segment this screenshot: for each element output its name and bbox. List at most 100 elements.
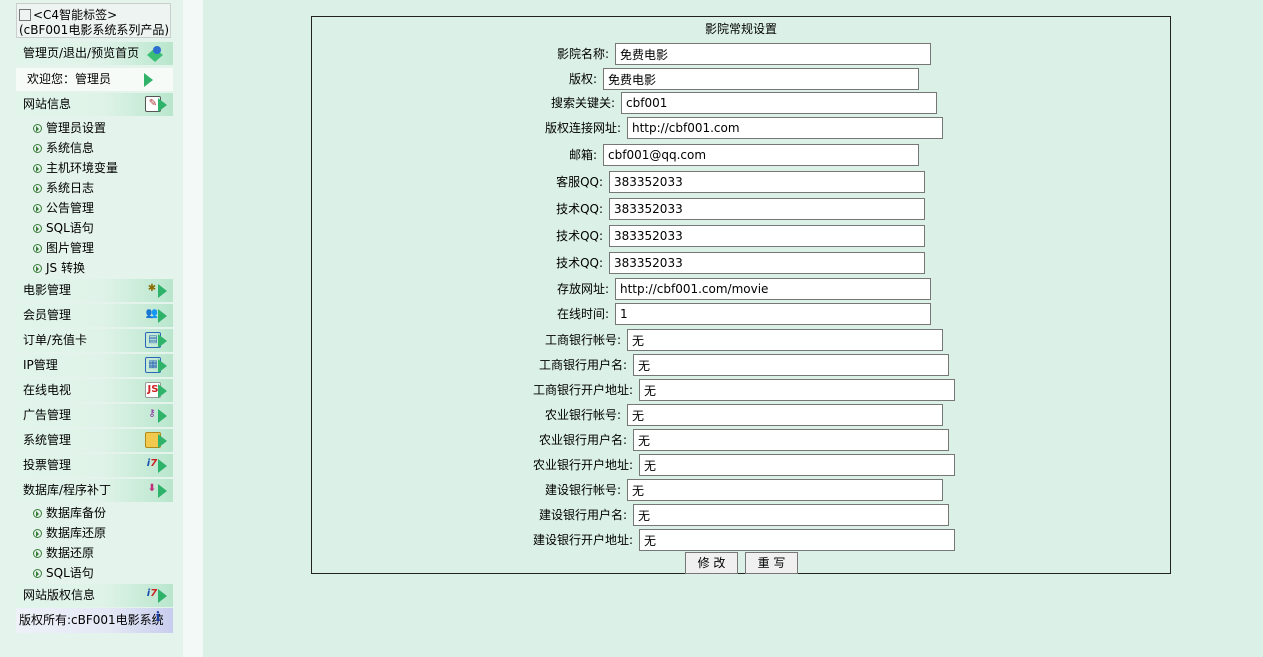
sidebar-group-orders[interactable]: 订单/充值卡 ▤: [16, 329, 173, 352]
sidebar-group-label[interactable]: 数据库/程序补丁: [23, 483, 111, 497]
sidebar-group-label[interactable]: 投票管理: [23, 458, 71, 472]
sidebar-group-ip[interactable]: IP管理 ▦: [16, 354, 173, 377]
tech-qq-input[interactable]: [609, 198, 925, 220]
field-label: 搜索关键关:: [550, 96, 615, 110]
logo-alt-text: <C4智能标签>: [33, 8, 118, 22]
sidebar-group-label[interactable]: 网站信息: [23, 97, 71, 111]
sidebar-item-label[interactable]: 图片管理: [46, 241, 94, 255]
icbc-username-input[interactable]: [633, 354, 949, 376]
keywords-input[interactable]: [621, 92, 937, 114]
sidebar-item[interactable]: SQL语句: [33, 218, 94, 238]
sidebar-item[interactable]: 系统信息: [33, 138, 94, 158]
reset-button[interactable]: 重 写: [745, 552, 798, 574]
ccb-username-input[interactable]: [633, 504, 949, 526]
field-label: 版权:: [568, 72, 597, 86]
sidebar-group-copyright-info[interactable]: 网站版权信息 i7: [16, 584, 173, 607]
sidebar-group-members[interactable]: 会员管理 👥: [16, 304, 173, 327]
sidebar-group-label[interactable]: 会员管理: [23, 308, 71, 322]
bullet-icon: [33, 144, 42, 153]
bullet-icon: [33, 124, 42, 133]
field-label: 工商银行帐号:: [544, 333, 621, 347]
sidebar: <C4智能标签> (cBF001电影系统系列产品) 管理页/退出/预览首页 欢迎…: [0, 0, 183, 657]
sidebar-item-label[interactable]: 主机环境变量: [46, 161, 118, 175]
abc-address-input[interactable]: [639, 454, 955, 476]
field-label: 农业银行开户地址:: [532, 458, 633, 472]
top-links-label[interactable]: 管理页/退出/预览首页: [23, 46, 139, 60]
storage-url-input[interactable]: [615, 278, 931, 300]
sidebar-item-label[interactable]: 公告管理: [46, 201, 94, 215]
sidebar-item[interactable]: 数据库还原: [33, 523, 106, 543]
tech-qq-input[interactable]: [609, 225, 925, 247]
sidebar-group-votes[interactable]: 投票管理 i7: [16, 454, 173, 477]
sidebar-item-label[interactable]: 数据还原: [46, 546, 94, 560]
sidebar-group-label[interactable]: IP管理: [23, 358, 58, 372]
sidebar-group-label[interactable]: 网站版权信息: [23, 588, 95, 602]
folder-icon: [145, 432, 167, 449]
welcome-text: 欢迎您：管理员: [27, 72, 112, 86]
sidebar-group-label[interactable]: 电影管理: [23, 283, 71, 297]
sidebar-group-site-info[interactable]: 网站信息 ✎: [16, 93, 173, 116]
copyright-input[interactable]: [603, 68, 919, 90]
field-label: 邮箱:: [568, 148, 597, 162]
field-label: 版权连接网址:: [544, 121, 621, 135]
abc-account-input[interactable]: [627, 404, 943, 426]
card-icon: ▤: [145, 332, 167, 349]
field-label: 农业银行帐号:: [544, 408, 621, 422]
email-input[interactable]: [603, 144, 919, 166]
ccb-address-input[interactable]: [639, 529, 955, 551]
sidebar-group-label[interactable]: 订单/充值卡: [23, 333, 87, 347]
sidebar-item-label[interactable]: SQL语句: [46, 221, 94, 235]
field-label: 技术QQ:: [556, 229, 603, 243]
sidebar-group-movies[interactable]: 电影管理 ✱: [16, 279, 173, 302]
sidebar-item-label[interactable]: 系统日志: [46, 181, 94, 195]
sidebar-group-label[interactable]: 系统管理: [23, 433, 71, 447]
sidebar-item[interactable]: 公告管理: [33, 198, 94, 218]
key-icon: ⚷: [145, 407, 167, 424]
sidebar-item[interactable]: 数据还原: [33, 543, 94, 563]
online-time-input[interactable]: [615, 303, 931, 325]
sidebar-item[interactable]: SQL语句: [33, 563, 94, 583]
bullet-icon: [33, 184, 42, 193]
film-icon: ✱: [145, 282, 167, 299]
cinema-name-input[interactable]: [615, 43, 931, 65]
main-content: 影院常规设置 影院名称: 版权: 搜索关键关: 版权连接网址: 邮箱: 客服QQ…: [203, 0, 1263, 657]
sidebar-item[interactable]: 图片管理: [33, 238, 94, 258]
submit-button[interactable]: 修 改: [685, 552, 738, 574]
abc-username-input[interactable]: [633, 429, 949, 451]
ccb-account-input[interactable]: [627, 479, 943, 501]
sidebar-item-label[interactable]: 系统信息: [46, 141, 94, 155]
sidebar-item[interactable]: 主机环境变量: [33, 158, 118, 178]
service-qq-input[interactable]: [609, 171, 925, 193]
tech-qq-input[interactable]: [609, 252, 925, 274]
sidebar-item[interactable]: 系统日志: [33, 178, 94, 198]
sidebar-item-label[interactable]: 数据库还原: [46, 526, 106, 540]
sidebar-divider: [183, 0, 203, 657]
sidebar-item[interactable]: JS 转换: [33, 258, 85, 278]
sidebar-item-label[interactable]: 管理员设置: [46, 121, 106, 135]
bullet-icon: [33, 204, 42, 213]
sidebar-item-label[interactable]: SQL语句: [46, 566, 94, 580]
field-label: 工商银行用户名:: [538, 358, 627, 372]
top-links[interactable]: 管理页/退出/预览首页: [16, 42, 173, 65]
bullet-icon: [33, 569, 42, 578]
field-label: 工商银行开户地址:: [532, 383, 633, 397]
field-label: 影院名称:: [556, 47, 609, 61]
sidebar-group-database[interactable]: 数据库/程序补丁 ⬇: [16, 479, 173, 502]
sidebar-item-label[interactable]: 数据库备份: [46, 506, 106, 520]
users-icon: 👥: [145, 307, 167, 324]
sidebar-group-system[interactable]: 系统管理: [16, 429, 173, 452]
sidebar-group-label[interactable]: 广告管理: [23, 408, 71, 422]
sidebar-group-label[interactable]: 在线电视: [23, 383, 71, 397]
field-label: 客服QQ:: [556, 175, 603, 189]
sidebar-item[interactable]: 数据库备份: [33, 503, 106, 523]
sidebar-group-ads[interactable]: 广告管理 ⚷: [16, 404, 173, 427]
icbc-address-input[interactable]: [639, 379, 955, 401]
vote-icon: i7: [145, 587, 167, 604]
icbc-account-input[interactable]: [627, 329, 943, 351]
broken-image-icon: [19, 9, 31, 21]
sidebar-item-label[interactable]: JS 转换: [46, 261, 85, 275]
sidebar-group-tv[interactable]: 在线电视 JS: [16, 379, 173, 402]
copyright-url-input[interactable]: [627, 117, 943, 139]
sidebar-item[interactable]: 管理员设置: [33, 118, 106, 138]
field-label: 存放网址:: [556, 282, 609, 296]
